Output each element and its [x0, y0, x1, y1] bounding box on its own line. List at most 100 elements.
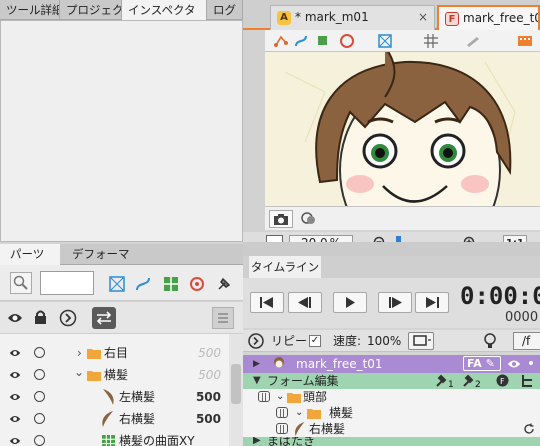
- keyframe-toggle[interactable]: ||: [258, 391, 270, 402]
- search-button[interactable]: [10, 272, 32, 294]
- play-button[interactable]: [333, 292, 367, 313]
- eye-icon[interactable]: [507, 358, 521, 370]
- grid-select-icon[interactable]: [317, 33, 333, 49]
- prev-frame-button[interactable]: [288, 292, 322, 313]
- lock-toggle[interactable]: [34, 347, 45, 358]
- layer-list-scrollbar[interactable]: [229, 334, 243, 446]
- art-mesh-icon: [295, 422, 305, 436]
- menu-button[interactable]: [212, 307, 234, 329]
- pin-icon[interactable]: [215, 275, 233, 293]
- expand-icon[interactable]: [248, 333, 264, 349]
- chevron-down-icon[interactable]: ⌄: [74, 361, 84, 383]
- lock-icon[interactable]: [34, 310, 47, 325]
- tab-log[interactable]: ログ: [207, 0, 243, 20]
- track-label: まばたき: [267, 437, 316, 446]
- fa-badge[interactable]: FA ✎: [463, 356, 501, 371]
- track-right-side-hair[interactable]: || 右横髪: [243, 421, 540, 437]
- lock-toggle[interactable]: [34, 435, 45, 446]
- visibility-eye-icon[interactable]: [9, 369, 21, 381]
- fps-field[interactable]: /f: [513, 332, 540, 350]
- tab-project[interactable]: プロジェクト: [60, 0, 122, 20]
- track-form-edit[interactable]: ▼ フォーム編集 1 2 F: [243, 373, 540, 389]
- track-label: 頭部: [303, 390, 328, 404]
- bulb-icon[interactable]: [481, 332, 499, 350]
- svg-text:F: F: [500, 377, 505, 386]
- rotation-deformer-icon[interactable]: [339, 33, 355, 49]
- lock-toggle[interactable]: [34, 369, 45, 380]
- layer-name: 横髪: [104, 368, 129, 382]
- track-label: 右横髪: [309, 422, 346, 436]
- warp-grid-icon: [102, 435, 115, 446]
- expand-icon[interactable]: [59, 309, 77, 327]
- hierarchy-icon[interactable]: [520, 374, 534, 388]
- play-icon: [346, 297, 355, 308]
- lock-toggle[interactable]: [34, 413, 45, 424]
- glue-icon[interactable]: [162, 275, 180, 293]
- tab-tool-details[interactable]: ツール詳細: [0, 0, 60, 20]
- mesh-icon[interactable]: [377, 33, 393, 49]
- timeline-tab-bar: タイムライン: [243, 256, 540, 278]
- skip-end-icon: [426, 297, 439, 308]
- reset-icon[interactable]: [523, 423, 535, 435]
- search-input[interactable]: [40, 271, 94, 295]
- layer-row-side-hair[interactable]: ⌄ 横髪 500: [0, 364, 229, 386]
- close-icon[interactable]: ×: [418, 6, 428, 29]
- go-to-start-button[interactable]: [250, 292, 284, 313]
- svg-text:1: 1: [448, 380, 454, 388]
- eye-icon[interactable]: [7, 312, 23, 324]
- canvas-view[interactable]: [265, 52, 540, 230]
- wrench-2-icon[interactable]: 2: [462, 374, 484, 388]
- layer-row-left-side-hair[interactable]: 左横髪 500: [0, 386, 229, 408]
- doc-tab-mark-m01[interactable]: A * mark_m01 ×: [270, 5, 435, 30]
- tab-deformer[interactable]: デフォーマ: [62, 244, 142, 265]
- visibility-eye-icon[interactable]: [9, 435, 21, 446]
- keyframe-toggle[interactable]: ||: [276, 407, 288, 418]
- layer-row-side-hair-curve-xy[interactable]: 横髪の曲面XY: [0, 430, 229, 446]
- track-side-hair[interactable]: || ⌄ 横髪: [243, 405, 540, 421]
- next-frame-button[interactable]: [378, 292, 412, 313]
- tab-parts[interactable]: パーツ: [0, 244, 60, 265]
- layer-row-right-eye[interactable]: › 右目 500: [0, 342, 229, 364]
- expand-arrow-icon[interactable]: ▶: [253, 437, 261, 446]
- track-blink[interactable]: ▶ まばたき: [243, 437, 540, 446]
- timeline-controls: 0:00:00 0000: [243, 278, 540, 328]
- wrench-1-icon[interactable]: 1: [435, 374, 457, 388]
- tab-inspector[interactable]: インスペクタ: [122, 0, 207, 20]
- track-root[interactable]: ▶ mark_free_t01 FA ✎: [243, 355, 540, 373]
- chevron-down-icon[interactable]: ▼: [253, 373, 261, 389]
- lock-toggle[interactable]: [34, 391, 45, 402]
- rotation-icon[interactable]: [188, 275, 206, 293]
- skip-start-icon: [260, 297, 273, 308]
- doc-tab-mark-free-t01[interactable]: Fmark_free_t01: [437, 5, 540, 30]
- tab-timeline[interactable]: タイムライン: [249, 256, 321, 278]
- go-to-end-button[interactable]: [415, 292, 449, 313]
- visibility-eye-icon[interactable]: [9, 413, 21, 425]
- preview-button[interactable]: [298, 210, 322, 228]
- layer-name: 右横髪: [119, 412, 156, 426]
- curve-icon[interactable]: [293, 33, 309, 49]
- grid-icon[interactable]: [423, 33, 439, 49]
- visibility-eye-icon[interactable]: [9, 347, 21, 359]
- curve-tool-icon[interactable]: [134, 275, 152, 293]
- chevron-down-icon[interactable]: ⌄: [276, 389, 284, 405]
- fps-button[interactable]: [408, 332, 434, 350]
- keyframe-toggle[interactable]: ||: [276, 423, 288, 434]
- bezier-icon[interactable]: [273, 33, 289, 49]
- expand-arrow-icon[interactable]: ▶: [253, 356, 260, 372]
- film-icon[interactable]: [517, 33, 533, 49]
- paint-icon[interactable]: [465, 33, 481, 49]
- speed-value[interactable]: 100%: [367, 330, 401, 352]
- track-head[interactable]: || ⌄ 頭部: [243, 389, 540, 405]
- track-label: 横髪: [329, 406, 354, 420]
- screenshot-button[interactable]: [269, 210, 293, 228]
- warp-deformer-icon[interactable]: [108, 275, 126, 293]
- frame-display: 0000: [505, 310, 539, 325]
- chevron-down-icon[interactable]: ⌄: [295, 405, 303, 421]
- f-circle-icon[interactable]: F: [496, 374, 509, 387]
- visibility-eye-icon[interactable]: [9, 391, 21, 403]
- doc-type-icon: A: [277, 10, 291, 25]
- layer-row-right-side-hair[interactable]: 右横髪 500: [0, 408, 229, 430]
- character-artwork: [265, 52, 540, 230]
- swap-button[interactable]: [92, 307, 116, 329]
- repeat-checkbox[interactable]: ✓: [309, 335, 321, 347]
